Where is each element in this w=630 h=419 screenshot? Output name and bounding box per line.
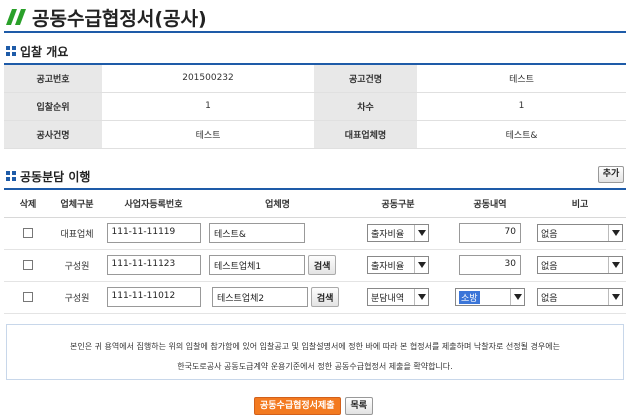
overview-heading-label: 입찰 개요 <box>20 44 69 59</box>
col-header: 업체구분 <box>52 188 102 218</box>
biz-no-input[interactable]: 111-11-11012 <box>106 287 201 307</box>
col-header: 사업자등록번호 <box>102 188 205 218</box>
share-row: 대표업체 111-11-11119 테스트& 출자비율 70 없음 <box>4 217 626 250</box>
chevron-down-icon <box>414 225 428 241</box>
share-row: 구성원 111-11-11123 테스트업체1 검색 출자비율 30 없음 <box>4 249 626 282</box>
company-name-input[interactable]: 테스트업체2 <box>212 287 308 307</box>
list-button[interactable]: 목록 <box>344 397 374 415</box>
col-header: 비고 <box>534 188 626 218</box>
company-type: 구성원 <box>52 281 102 314</box>
share-table: 삭제 업체구분 사업자등록번호 업체명 공동구분 공동내역 비고 대표업체 11… <box>4 188 626 314</box>
joint-type-select[interactable]: 출자비율 <box>367 256 429 274</box>
note-value: 없음 <box>541 293 558 304</box>
note-select[interactable]: 없음 <box>537 288 623 306</box>
page-title: 공동수급협정서(공사) <box>32 8 207 30</box>
share-row: 구성원 111-11-11012 테스트업체2 검색 분담내역 소방 없음 <box>4 281 626 314</box>
share-heading: 공동분담 이행 <box>6 168 90 184</box>
company-type: 대표업체 <box>52 217 102 250</box>
search-button[interactable]: 검색 <box>307 255 337 275</box>
joint-type-value: 출자비율 <box>371 261 405 272</box>
add-button[interactable]: 추가 <box>598 166 624 183</box>
joint-type-value: 출자비율 <box>371 229 405 240</box>
joint-type-select[interactable]: 분담내역 <box>367 288 429 306</box>
chevron-down-icon <box>608 225 622 241</box>
chevron-down-icon <box>414 289 428 305</box>
agreement-notice: 본인은 귀 용역에서 집행하는 위의 입찰에 참가함에 있어 입찰공고 및 입찰… <box>6 324 624 380</box>
company-name-input[interactable]: 테스트& <box>209 223 305 243</box>
grid-bullet-icon <box>6 46 16 56</box>
overview-label: 대표업체명 <box>314 120 417 149</box>
detail-select[interactable]: 소방 <box>455 288 525 306</box>
note-select[interactable]: 없음 <box>537 224 623 242</box>
overview-table: 공고번호 201500232 공고건명 테스트 입찰순위 1 차수 1 공사건명… <box>4 63 626 149</box>
joint-type-select[interactable]: 출자비율 <box>367 224 429 242</box>
share-heading-label: 공동분담 이행 <box>20 169 91 184</box>
overview-value: 201500232 <box>102 63 314 93</box>
biz-no-input[interactable]: 111-11-11123 <box>106 255 201 275</box>
col-header: 삭제 <box>4 188 52 218</box>
chevron-down-icon <box>414 257 428 273</box>
note-value: 없음 <box>541 261 558 272</box>
chevron-down-icon <box>510 289 524 305</box>
overview-label: 공사건명 <box>4 120 102 149</box>
detail-input[interactable]: 30 <box>459 255 521 275</box>
overview-value: 테스트& <box>417 120 626 149</box>
footer-buttons: 공동수급협정서제출 목록 <box>254 397 374 415</box>
overview-value: 테스트 <box>102 120 314 149</box>
submit-agreement-button[interactable]: 공동수급협정서제출 <box>254 397 341 415</box>
notice-line: 한국도로공사 공동도급계약 운용기준에서 정한 공동수급협정서 제출을 확약합니… <box>177 362 453 371</box>
delete-checkbox[interactable] <box>23 291 33 302</box>
overview-label: 입찰순위 <box>4 92 102 121</box>
slash-logo-icon <box>6 9 26 25</box>
title-bar: 공동수급협정서(공사) <box>4 3 626 33</box>
overview-row: 입찰순위 1 차수 1 <box>4 92 626 121</box>
delete-checkbox[interactable] <box>23 227 33 238</box>
search-button[interactable]: 검색 <box>310 287 340 307</box>
chevron-down-icon <box>608 289 622 305</box>
overview-row: 공사건명 테스트 대표업체명 테스트& <box>4 120 626 149</box>
detail-value: 소방 <box>459 290 480 304</box>
detail-input[interactable]: 70 <box>459 223 521 243</box>
overview-label: 차수 <box>314 92 417 121</box>
overview-row: 공고번호 201500232 공고건명 테스트 <box>4 63 626 93</box>
overview-value: 1 <box>102 92 314 121</box>
overview-label: 공고번호 <box>4 63 102 93</box>
company-type: 구성원 <box>52 249 102 282</box>
biz-no-input[interactable]: 111-11-11119 <box>106 223 201 243</box>
col-header: 공동구분 <box>350 188 446 218</box>
share-header-row: 삭제 업체구분 사업자등록번호 업체명 공동구분 공동내역 비고 <box>4 188 626 218</box>
grid-bullet-icon <box>6 171 16 181</box>
overview-heading: 입찰 개요 <box>6 43 68 59</box>
notice-line: 본인은 귀 용역에서 집행하는 위의 입찰에 참가함에 있어 입찰공고 및 입찰… <box>70 342 560 351</box>
note-select[interactable]: 없음 <box>537 256 623 274</box>
company-name-input[interactable]: 테스트업체1 <box>209 255 305 275</box>
joint-type-value: 분담내역 <box>371 293 405 304</box>
overview-value: 테스트 <box>417 63 626 93</box>
overview-label: 공고건명 <box>314 63 417 93</box>
col-header: 공동내역 <box>446 188 534 218</box>
chevron-down-icon <box>608 257 622 273</box>
overview-value: 1 <box>417 92 626 121</box>
col-header: 업체명 <box>205 188 350 218</box>
note-value: 없음 <box>541 229 558 240</box>
delete-checkbox[interactable] <box>23 259 33 270</box>
